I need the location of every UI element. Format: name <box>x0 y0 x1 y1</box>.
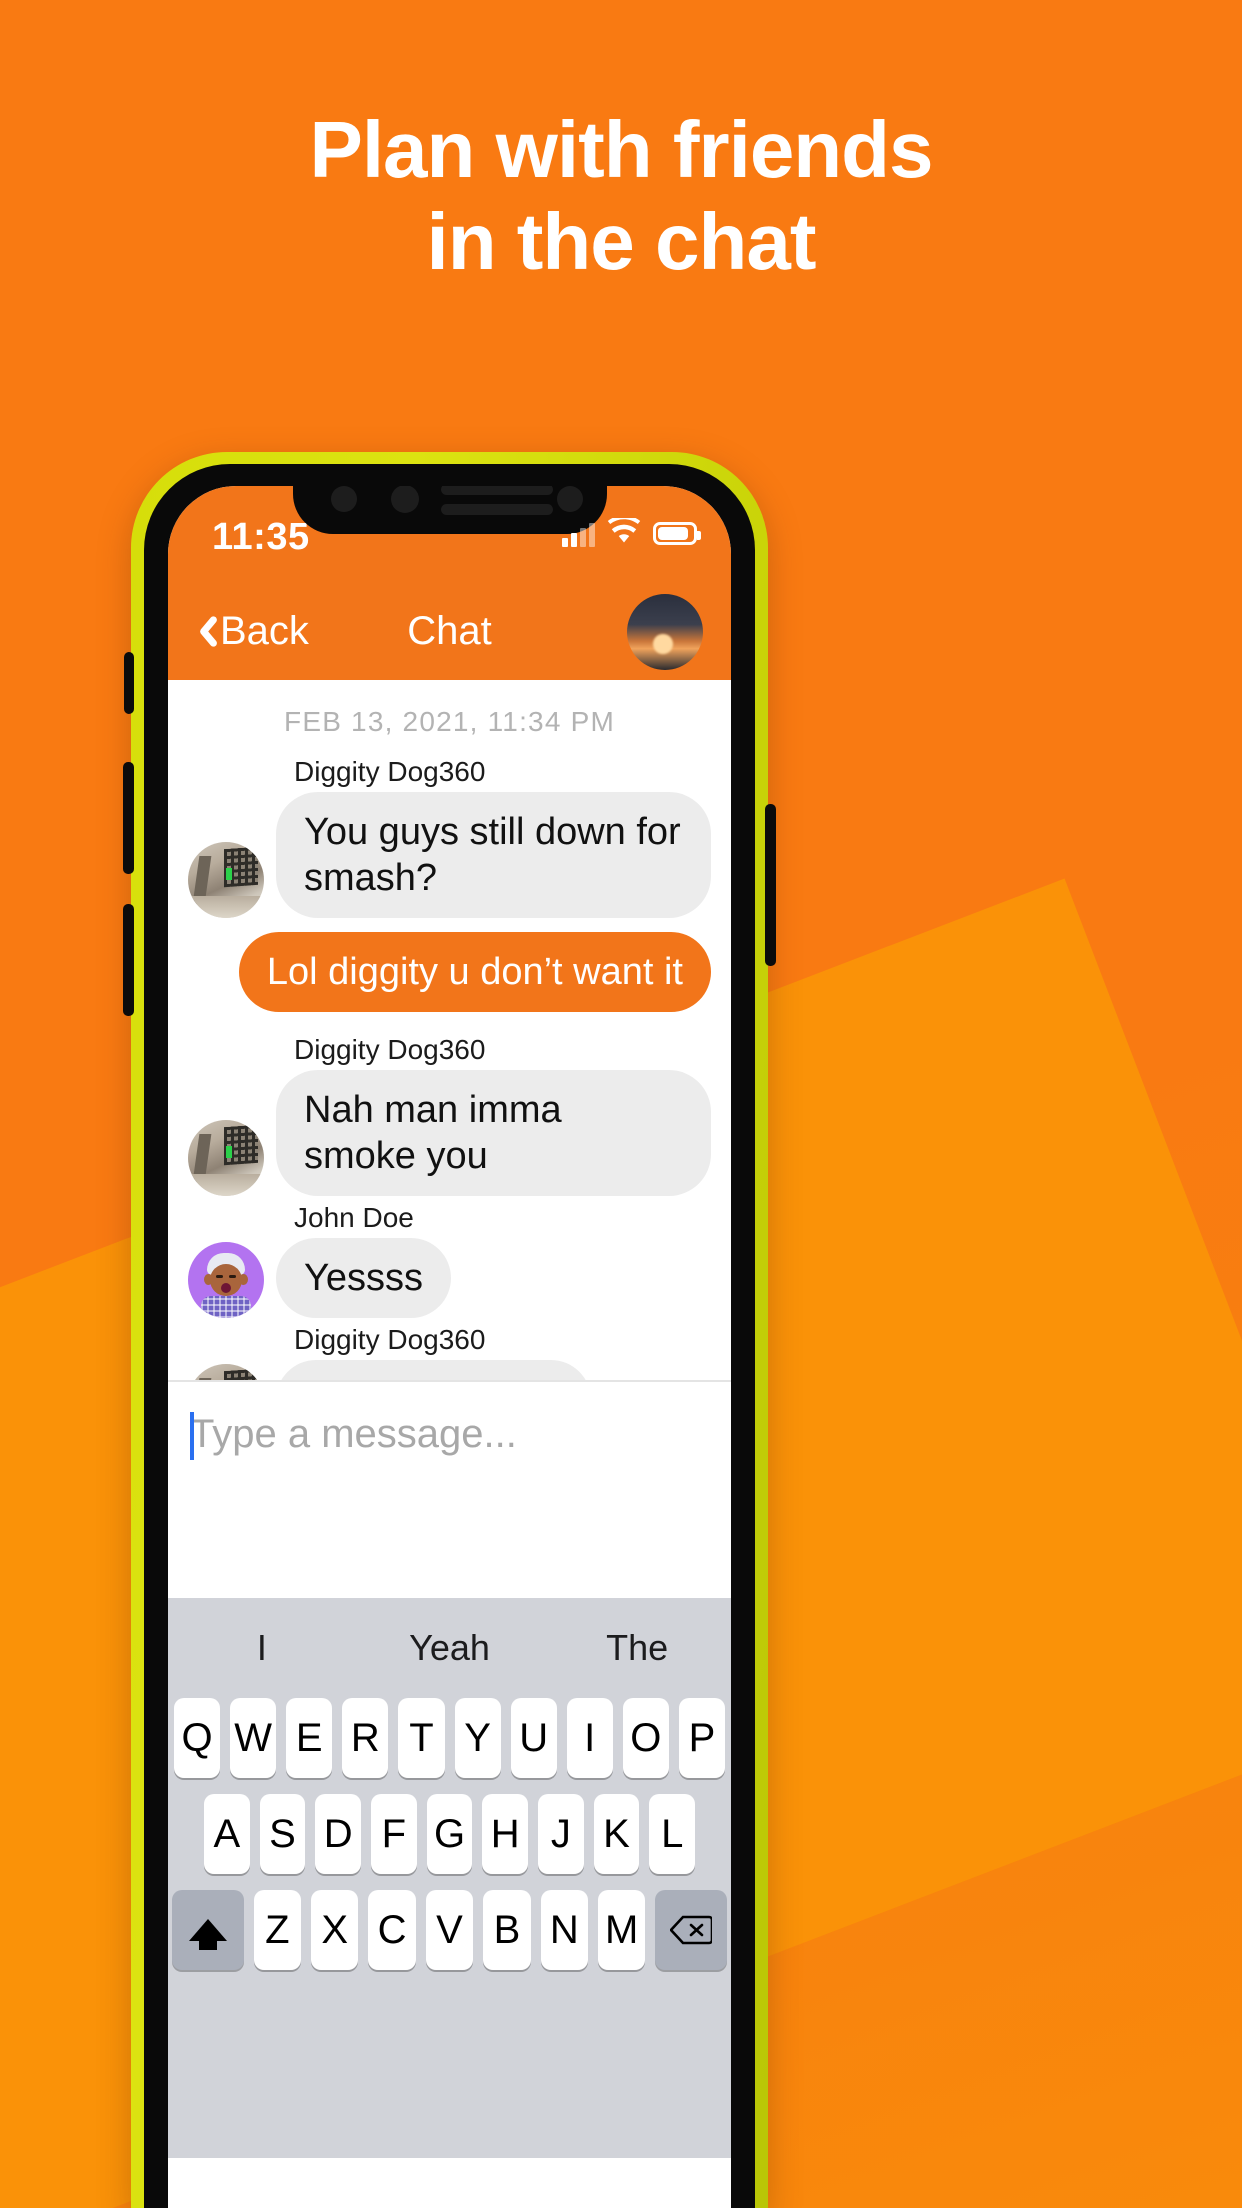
key-d[interactable]: D <box>315 1794 361 1874</box>
message-sender: Diggity Dog360 <box>294 756 486 787</box>
promo-headline: Plan with friends in the chat <box>0 104 1242 288</box>
key-n[interactable]: N <box>540 1890 589 1970</box>
key-k[interactable]: K <box>593 1794 640 1874</box>
message-row: Lol diggity u don’t want it <box>188 932 711 1012</box>
suggestion-2[interactable]: Yeah <box>356 1627 544 1669</box>
key-j[interactable]: J <box>538 1794 584 1874</box>
sender-avatar[interactable] <box>188 842 264 918</box>
suggestion-1[interactable]: I <box>168 1627 356 1669</box>
key-g[interactable]: G <box>426 1794 473 1874</box>
message-row: Diggity Dog360 You guys still down for s… <box>188 756 711 918</box>
volume-down-button[interactable] <box>123 904 134 1016</box>
message-bubble[interactable]: Nah man imma smoke you <box>276 1070 711 1196</box>
notch-camera-icon <box>390 486 419 513</box>
message-sender: Diggity Dog360 <box>294 1324 486 1355</box>
key-q[interactable]: Q <box>174 1698 221 1778</box>
key-z[interactable]: Z <box>253 1890 301 1970</box>
key-l[interactable]: L <box>649 1794 696 1874</box>
message-composer[interactable]: Type a message... <box>168 1380 731 1598</box>
message-bubble[interactable]: Yessss <box>276 1238 451 1318</box>
key-r[interactable]: R <box>342 1698 389 1778</box>
headline-line-2: in the chat <box>426 197 816 286</box>
sender-avatar[interactable] <box>188 1242 264 1318</box>
mute-switch-button[interactable] <box>124 652 134 714</box>
key-c[interactable]: C <box>368 1890 416 1970</box>
key-i[interactable]: I <box>566 1698 613 1778</box>
keyboard-suggestion-bar: I Yeah The <box>168 1598 731 1698</box>
notch-sensor-icon <box>330 486 357 512</box>
key-u[interactable]: U <box>510 1698 557 1778</box>
backspace-key-icon[interactable] <box>655 1890 727 1970</box>
profile-avatar[interactable] <box>627 594 703 670</box>
key-x[interactable]: X <box>310 1890 359 1970</box>
phone-screen: 11:35 Back Chat FEB 13, 2021, 11:34 PM D… <box>168 486 731 2208</box>
power-button[interactable] <box>765 804 776 966</box>
key-v[interactable]: V <box>425 1890 474 1970</box>
key-s[interactable]: S <box>259 1794 306 1874</box>
notch-speaker-icon <box>440 486 553 495</box>
phone-notch <box>292 486 607 534</box>
keyboard-row-1: Q W E R T Y U I O P <box>168 1698 731 1794</box>
key-a[interactable]: A <box>203 1794 250 1874</box>
text-caret <box>190 1412 194 1460</box>
message-line: You guys still down for smash? <box>188 792 711 918</box>
avatar-sun-highlight <box>653 634 673 654</box>
key-f[interactable]: F <box>371 1794 417 1874</box>
notch-speaker-icon-2 <box>440 504 553 515</box>
key-o[interactable]: O <box>622 1698 669 1778</box>
chat-message-list[interactable]: FEB 13, 2021, 11:34 PM Diggity Dog360 Yo… <box>168 680 731 1440</box>
signal-bars-icon <box>562 521 595 547</box>
key-b[interactable]: B <box>483 1890 531 1970</box>
key-t[interactable]: T <box>398 1698 445 1778</box>
message-line: Yessss <box>188 1238 711 1318</box>
phone-frame: 11:35 Back Chat FEB 13, 2021, 11:34 PM D… <box>144 464 755 2208</box>
status-time: 11:35 <box>212 516 310 558</box>
message-sender: John Doe <box>294 1202 414 1233</box>
key-w[interactable]: W <box>230 1698 277 1778</box>
notch-front-camera-icon <box>556 486 583 512</box>
key-m[interactable]: M <box>598 1890 646 1970</box>
message-input-placeholder[interactable]: Type a message... <box>190 1410 709 1458</box>
status-bar: 11:35 <box>168 486 731 582</box>
suggestion-3[interactable]: The <box>543 1627 731 1669</box>
key-p[interactable]: P <box>678 1698 725 1778</box>
keyboard-row-3: Z X C V B N M <box>168 1890 731 1986</box>
wifi-icon <box>607 515 641 549</box>
status-icons <box>562 515 701 549</box>
key-y[interactable]: Y <box>454 1698 501 1778</box>
message-row: John Doe Yessss <box>188 1202 711 1318</box>
volume-up-button[interactable] <box>123 762 134 874</box>
date-separator: FEB 13, 2021, 11:34 PM <box>284 706 615 737</box>
message-sender: Diggity Dog360 <box>294 1034 486 1065</box>
key-h[interactable]: H <box>482 1794 529 1874</box>
phone-mockup: 11:35 Back Chat FEB 13, 2021, 11:34 PM D… <box>123 452 776 2208</box>
keyboard-row-2: A S D F G H J K L <box>168 1794 731 1890</box>
onscreen-keyboard[interactable]: I Yeah The Q W E R T Y U I O P A S D F G… <box>168 1598 731 2158</box>
message-row: Diggity Dog360 Nah man imma smoke you <box>188 1034 711 1196</box>
key-e[interactable]: E <box>286 1698 333 1778</box>
chat-nav-bar: Back Chat <box>168 582 731 680</box>
message-bubble[interactable]: Lol diggity u don’t want it <box>238 932 711 1012</box>
message-line: Nah man imma smoke you <box>188 1070 711 1196</box>
shift-key-icon[interactable] <box>172 1890 244 1970</box>
message-bubble[interactable]: You guys still down for smash? <box>276 792 711 918</box>
sender-avatar[interactable] <box>188 1120 264 1196</box>
headline-line-1: Plan with friends <box>309 105 933 194</box>
battery-icon <box>653 522 701 545</box>
message-line: Lol diggity u don’t want it <box>188 932 711 1012</box>
